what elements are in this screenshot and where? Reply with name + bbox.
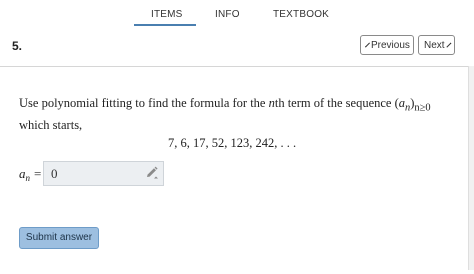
previous-button[interactable]: Previous [360,35,414,55]
tab-info[interactable]: INFO [215,9,240,20]
tab-textbook[interactable]: TEXTBOOK [273,9,329,20]
next-label: Next [424,39,445,51]
question-header: 5. Previous Next [0,28,474,67]
pencil-icon[interactable] [145,166,159,180]
submit-answer-button[interactable]: Submit answer [19,227,99,249]
tab-items[interactable]: ITEMS [151,9,183,20]
question-text-part: which starts, [19,117,83,132]
chevron-right-icon [445,42,451,48]
scrollbar[interactable] [468,66,474,270]
question-text: Use polynomial fitting to find the formu… [19,96,431,132]
answer-label-eq: = [34,166,42,181]
answer-label: an = [19,166,41,183]
top-nav: ITEMS INFO TEXTBOOK [0,0,474,28]
active-tab-indicator [134,24,196,26]
next-button[interactable]: Next [418,35,455,55]
question-number: 5. [12,39,23,53]
previous-label: Previous [371,39,410,51]
question-text-part: th term of the sequence [274,96,395,110]
chevron-left-icon [365,42,370,48]
sequence-domain: n≥0 [414,102,431,114]
sequence-index: n [405,102,411,114]
answer-label-sub: n [25,173,31,183]
question-text-part: Use polynomial fitting to find the formu… [19,96,269,110]
sequence-terms: 7, 6, 17, 52, 123, 242, . . . [167,136,297,150]
